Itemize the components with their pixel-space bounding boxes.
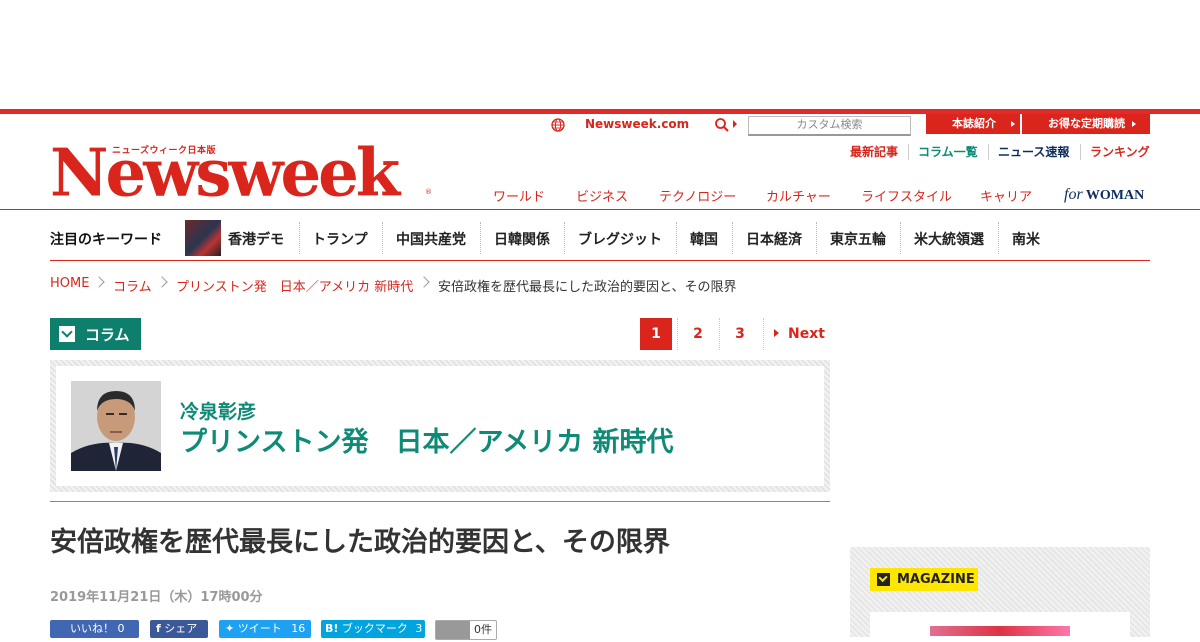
hatena-bookmark-button[interactable]: B! ブックマーク 3 <box>321 620 425 638</box>
hatena-label: ブックマーク <box>341 622 408 635</box>
search-arrow-icon <box>733 120 737 128</box>
subscribe-tab[interactable]: お得な定期購読 <box>1022 114 1150 134</box>
pocket-icon <box>436 621 470 639</box>
magazine-label: MAGAZINE <box>870 568 978 591</box>
divider <box>480 222 482 254</box>
divider <box>1080 144 1081 160</box>
keyword-item[interactable]: 香港デモ <box>228 229 284 249</box>
author-photo[interactable] <box>71 381 161 471</box>
next-label: Next <box>788 326 825 342</box>
header-divider <box>0 209 1200 210</box>
divider <box>988 144 989 160</box>
keyword-item[interactable]: 日本経済 <box>746 229 802 249</box>
check-icon <box>59 326 75 342</box>
divider <box>719 318 721 350</box>
nav-business[interactable]: ビジネス <box>576 186 628 205</box>
util-breaking-link[interactable]: ニュース速報 <box>998 144 1069 160</box>
about-magazine-tab[interactable]: 本誌紹介 <box>926 114 1020 134</box>
divider <box>732 222 734 254</box>
chevron-right-icon <box>156 276 168 288</box>
keyword-item[interactable]: 日韓関係 <box>494 229 550 249</box>
next-page-button[interactable]: Next <box>774 318 825 350</box>
for-woman-for: for <box>1064 186 1083 203</box>
divider <box>900 222 902 254</box>
tweet-label: ツイート <box>237 622 282 635</box>
breadcrumb-current: 安倍政権を歴代最長にした政治的要因と、その限界 <box>438 280 737 295</box>
divider <box>299 222 301 254</box>
keyword-bar-divider <box>50 260 1150 261</box>
next-arrow-icon <box>774 329 779 337</box>
keyword-item[interactable]: 中国共産党 <box>396 229 466 249</box>
keyword-thumbnail[interactable] <box>185 220 221 256</box>
util-latest-link[interactable]: 最新記事 <box>850 144 898 160</box>
twitter-icon: ✦ <box>225 622 235 635</box>
facebook-icon: f <box>156 622 161 635</box>
like-label: いいね！ 0 <box>70 622 125 635</box>
column-title[interactable]: プリンストン発 日本／アメリカ 新時代 <box>180 420 674 459</box>
share-label: シェア <box>164 622 198 635</box>
nav-for-woman[interactable]: for WOMAN <box>1064 186 1144 204</box>
chevron-right-icon <box>1132 121 1136 127</box>
subscribe-label: お得な定期購読 <box>1048 117 1125 130</box>
keyword-item[interactable]: 東京五輪 <box>830 229 886 249</box>
util-ranking-link[interactable]: ランキング <box>1090 144 1150 160</box>
divider <box>382 222 384 254</box>
page-1-button[interactable]: 1 <box>640 318 672 350</box>
nav-lifestyle[interactable]: ライフスタイル <box>861 186 952 205</box>
divider <box>816 222 818 254</box>
tweet-button[interactable]: ✦ ツイート 16 <box>219 620 311 638</box>
breadcrumb-home[interactable]: HOME <box>50 276 89 291</box>
magazine-label-text: MAGAZINE <box>897 572 975 587</box>
keyword-item[interactable]: 南米 <box>1012 229 1040 249</box>
newsweek-com-link[interactable]: Newsweek.com <box>585 117 689 131</box>
facebook-like-button[interactable]: いいね！ 0 <box>50 620 139 638</box>
keywords-label: 注目のキーワード <box>50 232 162 248</box>
search-icon[interactable] <box>714 117 730 133</box>
tweet-count: 16 <box>291 622 306 635</box>
magazine-cover-image[interactable] <box>930 626 1070 636</box>
breadcrumb-column-series[interactable]: プリンストン発 日本／アメリカ 新時代 <box>176 276 413 295</box>
article-headline: 安倍政権を歴代最長にした政治的要因と、その限界 <box>50 527 670 558</box>
hatena-count: 3 <box>415 622 423 635</box>
for-woman-label: WOMAN <box>1085 188 1145 203</box>
author-box-divider <box>50 501 830 502</box>
divider <box>763 318 765 350</box>
divider <box>908 144 909 160</box>
globe-icon <box>551 118 565 132</box>
divider <box>998 222 1000 254</box>
logo-registered-mark: ® <box>425 188 432 196</box>
chevron-right-icon <box>1011 121 1015 127</box>
keyword-item[interactable]: ブレグジット <box>578 229 662 249</box>
page-3-button[interactable]: 3 <box>724 318 756 350</box>
keyword-item[interactable]: トランプ <box>312 229 368 249</box>
divider <box>677 318 679 350</box>
nav-career[interactable]: キャリア <box>980 186 1032 205</box>
hatena-icon: B! <box>325 622 339 635</box>
pocket-button[interactable]: 0件 <box>435 620 497 640</box>
breadcrumb-column[interactable]: コラム <box>113 276 152 295</box>
nav-world[interactable]: ワールド <box>493 186 545 205</box>
divider <box>676 222 678 254</box>
newsweek-logo[interactable]: Newsweek <box>50 133 400 215</box>
nav-technology[interactable]: テクノロジー <box>659 186 736 205</box>
top-red-line <box>0 109 1200 114</box>
page-2-button[interactable]: 2 <box>682 318 714 350</box>
check-icon <box>877 573 890 586</box>
logo-subtitle: ニューズウィーク日本版 <box>112 146 217 156</box>
nav-culture[interactable]: カルチャー <box>766 186 831 205</box>
util-columns-link[interactable]: コラム一覧 <box>918 144 978 160</box>
column-category-text: コラム <box>85 326 130 344</box>
search-input[interactable]: カスタム検索 <box>748 116 911 136</box>
chevron-right-icon <box>418 276 430 288</box>
divider <box>564 222 566 254</box>
pocket-count: 0件 <box>474 623 492 636</box>
about-magazine-label: 本誌紹介 <box>952 117 996 130</box>
chevron-right-icon <box>93 276 105 288</box>
keyword-item[interactable]: 米大統領選 <box>914 229 984 249</box>
facebook-share-button[interactable]: f シェア <box>150 620 208 638</box>
article-date: 2019年11月21日（木）17時00分 <box>50 590 263 605</box>
column-category-label[interactable]: コラム <box>50 318 141 350</box>
keyword-item[interactable]: 韓国 <box>690 229 718 249</box>
